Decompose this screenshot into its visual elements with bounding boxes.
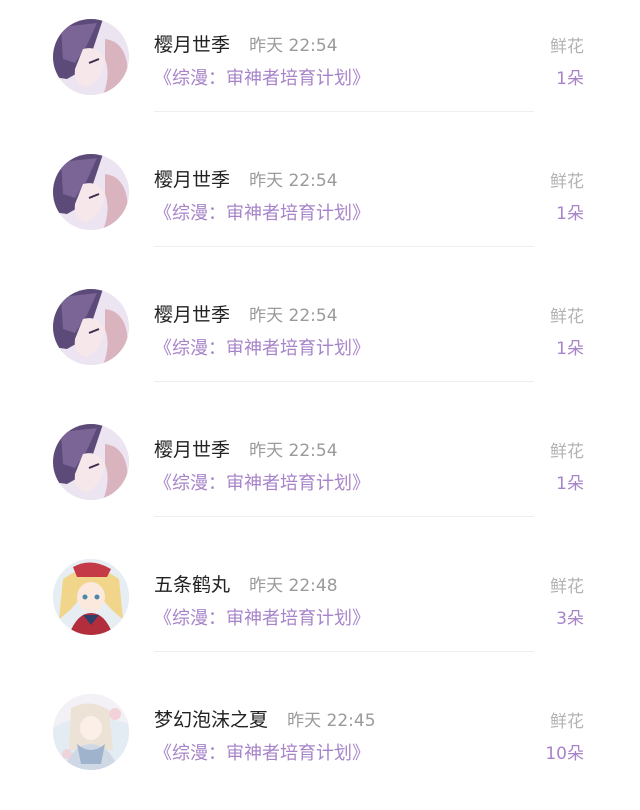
row-divider — [154, 516, 534, 517]
gift-count: 1朵 — [556, 339, 584, 359]
timestamp: 昨天 22:54 — [249, 36, 338, 56]
record-header: 樱月世季 昨天 22:54 — [154, 165, 338, 192]
avatar[interactable] — [53, 19, 129, 95]
username[interactable]: 樱月世季 — [154, 169, 230, 191]
timestamp: 昨天 22:54 — [249, 441, 338, 461]
username[interactable]: 五条鹤丸 — [154, 574, 230, 596]
gift-type-label: 鲜花 — [550, 307, 584, 327]
record-header: 五条鹤丸 昨天 22:48 — [154, 570, 338, 597]
row-divider — [154, 111, 534, 112]
book-title-link[interactable]: 《综漫：审神者培育计划》 — [154, 64, 370, 90]
record-header: 梦幻泡沫之夏 昨天 22:45 — [154, 705, 376, 732]
record-header: 樱月世季 昨天 22:54 — [154, 435, 338, 462]
avatar-pale-illustration-image — [53, 694, 129, 770]
list-item[interactable]: 五条鹤丸 昨天 22:48 《综漫：审神者培育计划》 鲜花 3朵 — [0, 540, 640, 675]
list-item[interactable]: 樱月世季 昨天 22:54 《综漫：审神者培育计划》 鲜花 1朵 — [0, 270, 640, 405]
gift-type-label: 鲜花 — [550, 442, 584, 462]
list-item[interactable]: 樱月世季 昨天 22:54 《综漫：审神者培育计划》 鲜花 1朵 — [0, 405, 640, 540]
avatar[interactable] — [53, 289, 129, 365]
timestamp: 昨天 22:45 — [287, 711, 376, 731]
avatar-blonde-girl-image — [53, 559, 129, 635]
username[interactable]: 樱月世季 — [154, 439, 230, 461]
book-title-link[interactable]: 《综漫：审神者培育计划》 — [154, 334, 370, 360]
gift-count: 10朵 — [545, 744, 584, 764]
gift-count: 1朵 — [556, 204, 584, 224]
avatar-purple-hair-image — [53, 424, 129, 500]
gift-type-label: 鲜花 — [550, 37, 584, 57]
gift-type-label: 鲜花 — [550, 172, 584, 192]
username[interactable]: 梦幻泡沫之夏 — [154, 709, 268, 731]
gift-record-list: 樱月世季 昨天 22:54 《综漫：审神者培育计划》 鲜花 1朵 樱月世季 昨天… — [0, 0, 640, 785]
username[interactable]: 樱月世季 — [154, 34, 230, 56]
timestamp: 昨天 22:48 — [249, 576, 338, 596]
timestamp: 昨天 22:54 — [249, 306, 338, 326]
book-title-link[interactable]: 《综漫：审神者培育计划》 — [154, 739, 370, 765]
record-header: 樱月世季 昨天 22:54 — [154, 30, 338, 57]
gift-count: 3朵 — [556, 609, 584, 629]
row-divider — [154, 381, 534, 382]
avatar[interactable] — [53, 424, 129, 500]
gift-count: 1朵 — [556, 69, 584, 89]
avatar-purple-hair-image — [53, 289, 129, 365]
list-item[interactable]: 樱月世季 昨天 22:54 《综漫：审神者培育计划》 鲜花 1朵 — [0, 0, 640, 135]
list-item[interactable]: 樱月世季 昨天 22:54 《综漫：审神者培育计划》 鲜花 1朵 — [0, 135, 640, 270]
gift-count: 1朵 — [556, 474, 584, 494]
gift-type-label: 鲜花 — [550, 577, 584, 597]
avatar[interactable] — [53, 154, 129, 230]
timestamp: 昨天 22:54 — [249, 171, 338, 191]
avatar-purple-hair-image — [53, 154, 129, 230]
book-title-link[interactable]: 《综漫：审神者培育计划》 — [154, 604, 370, 630]
book-title-link[interactable]: 《综漫：审神者培育计划》 — [154, 199, 370, 225]
avatar[interactable] — [53, 559, 129, 635]
username[interactable]: 樱月世季 — [154, 304, 230, 326]
row-divider — [154, 246, 534, 247]
book-title-link[interactable]: 《综漫：审神者培育计划》 — [154, 469, 370, 495]
avatar[interactable] — [53, 694, 129, 770]
record-header: 樱月世季 昨天 22:54 — [154, 300, 338, 327]
gift-type-label: 鲜花 — [550, 712, 584, 732]
avatar-purple-hair-image — [53, 19, 129, 95]
list-item[interactable]: 梦幻泡沫之夏 昨天 22:45 《综漫：审神者培育计划》 鲜花 10朵 — [0, 675, 640, 810]
row-divider — [154, 651, 534, 652]
